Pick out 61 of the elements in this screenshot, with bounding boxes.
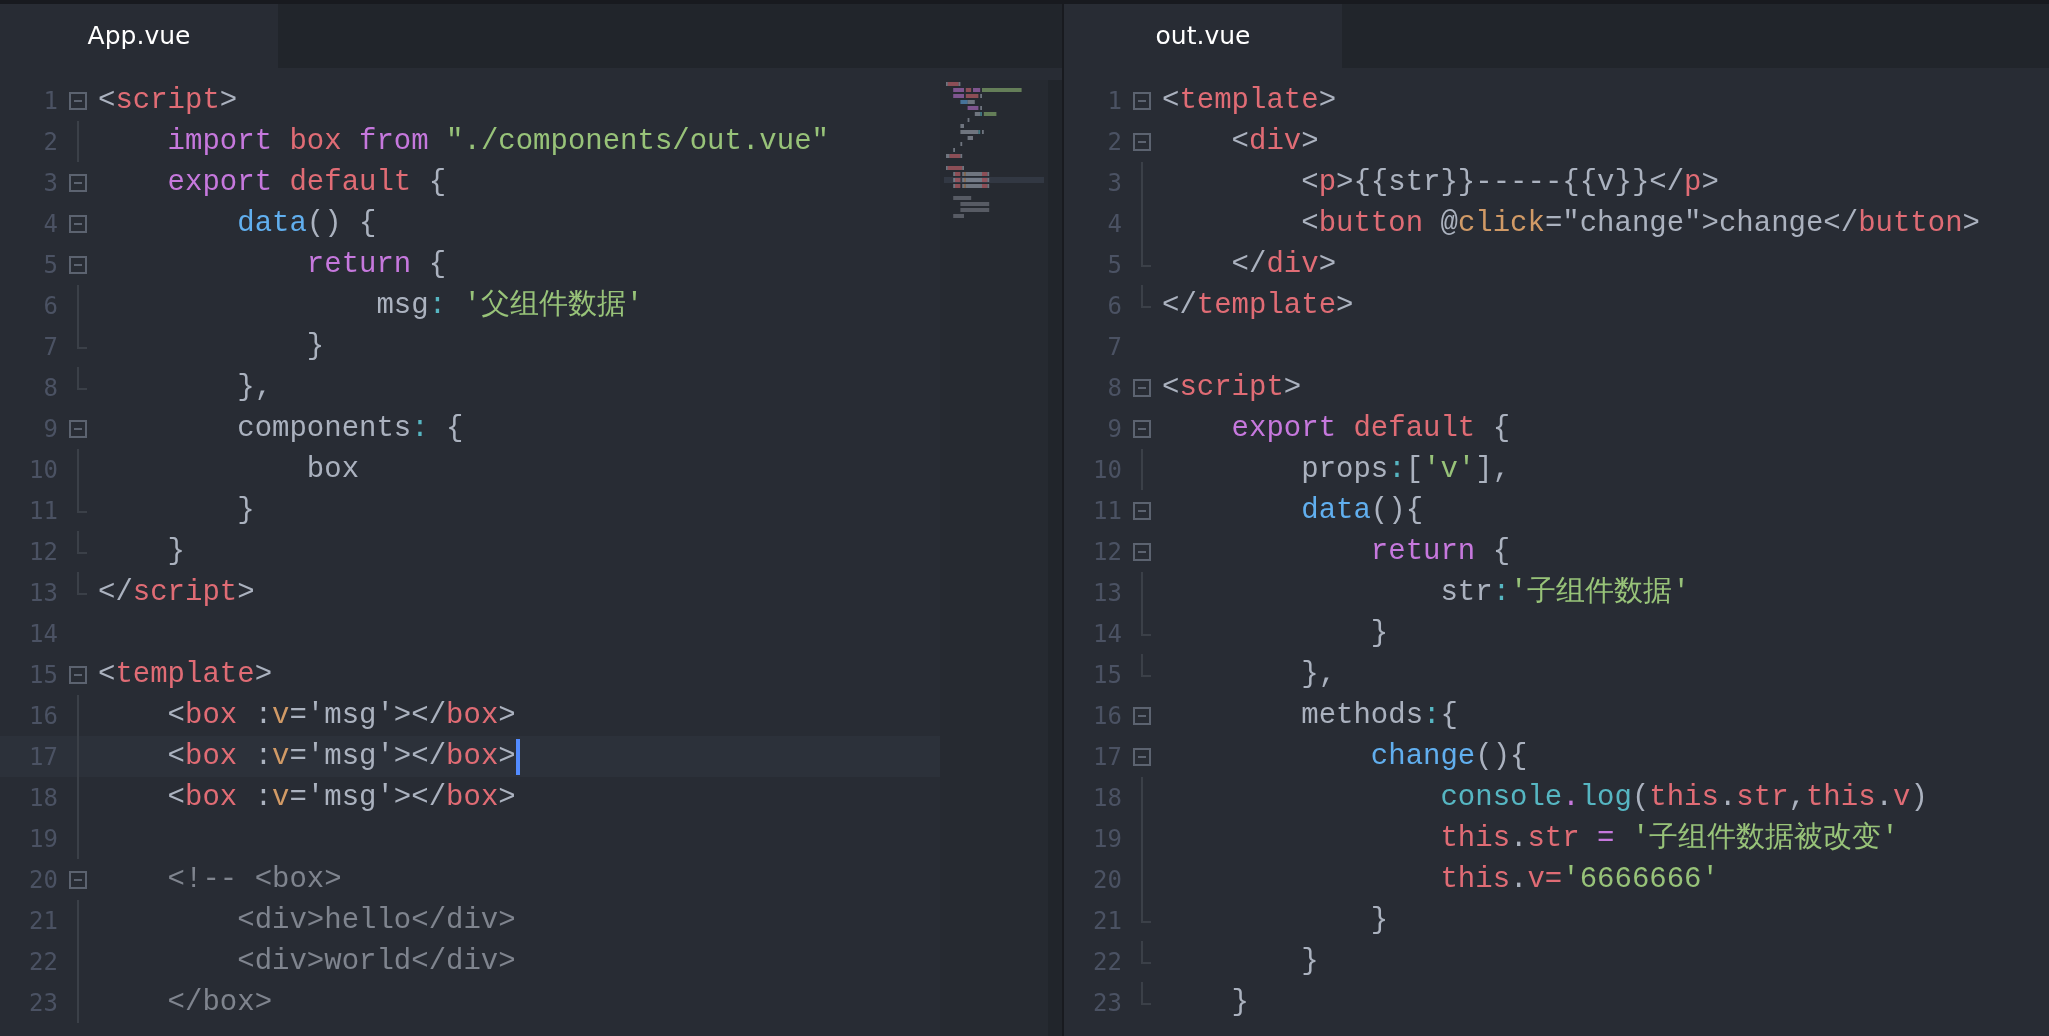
code-line: <p>{{str}}-----{{v}}</p> [1300,165,1719,201]
code-line: <template> [1162,83,1337,119]
code-line: } [166,534,185,570]
code-line: <!-- <box> [166,862,342,898]
collapse-icon[interactable] [1133,378,1151,397]
code-line: } [1230,985,1249,1021]
code-line: components: { [236,411,464,447]
code-line: <div> [1230,124,1319,160]
code-line: </div> [1230,247,1337,283]
collapse-icon[interactable] [69,173,87,192]
collapse-icon[interactable] [69,419,87,438]
code-line: box [305,452,360,488]
code-line: }, [1300,657,1337,693]
code-line: }, [236,370,273,406]
collapse-icon[interactable] [69,214,87,233]
code-line: methods:{ [1300,698,1458,734]
collapse-icon[interactable] [69,665,87,684]
code-line: this.str = '子组件数据被改变' [1439,820,1899,857]
collapse-icon[interactable] [1133,132,1151,151]
file-tab[interactable]: App.vue [0,4,278,68]
code-line: } [1300,944,1319,980]
collapse-icon[interactable] [1133,542,1151,561]
code-line: <box :v='msg'></box> [166,698,516,734]
code-line: <script> [1162,370,1302,406]
collapse-icon[interactable] [1133,419,1151,438]
code-line: <div>world</div> [236,944,516,980]
code-line: console.log(this.str,this.v) [1439,780,1928,816]
code-line: msg: '父组件数据' [375,288,644,324]
code-line: <box :v='msg'></box> [166,739,516,775]
code-line: str:'子组件数据' [1439,575,1690,611]
code-line: import box from "./components/out.vue" [166,124,829,160]
collapse-icon[interactable] [1133,91,1151,110]
code-line: } [1369,903,1389,939]
code-line: props:['v'], [1300,452,1511,488]
code-line: export default { [166,165,447,201]
code-line: </script> [98,575,255,611]
file-tab[interactable]: out.vue [1064,4,1342,68]
code-line: <button @click="change">change</button> [1300,206,1980,242]
code-line: } [305,329,325,365]
code-line: <template> [98,657,273,693]
code-line: data(){ [1300,493,1424,529]
collapse-icon[interactable] [69,255,87,274]
text-cursor [515,738,520,775]
code-line: <script> [98,83,238,119]
collapse-icon[interactable] [69,870,87,889]
collapse-icon[interactable] [1133,501,1151,520]
collapse-icon[interactable] [1133,706,1151,725]
collapse-icon[interactable] [69,91,87,110]
code-line: </template> [1162,288,1354,324]
collapse-icon[interactable] [1133,747,1151,766]
code-line: return { [1369,534,1511,570]
code-line: this.v='6666666' [1439,862,1719,898]
code-line: <div>hello</div> [236,903,516,939]
code-line: </box> [166,985,273,1021]
code-line: data() { [236,206,377,242]
code-line: export default { [1230,411,1511,447]
code-line: return { [305,247,447,283]
code-line: } [236,493,255,529]
code-line: change(){ [1369,739,1528,775]
code-line: <box :v='msg'></box> [166,780,516,816]
code-line: } [1369,616,1389,652]
